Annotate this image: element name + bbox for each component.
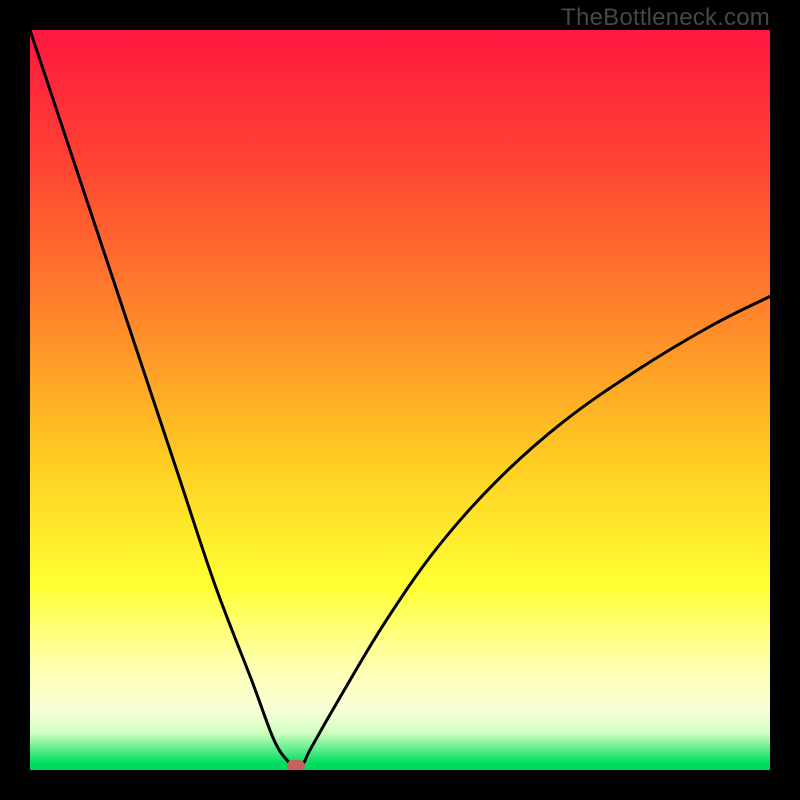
watermark-text: TheBottleneck.com [561, 4, 770, 32]
optimal-point-marker [287, 760, 305, 770]
chart-curve [30, 30, 770, 770]
curve-path [30, 30, 770, 770]
chart-plot-area [30, 30, 770, 770]
